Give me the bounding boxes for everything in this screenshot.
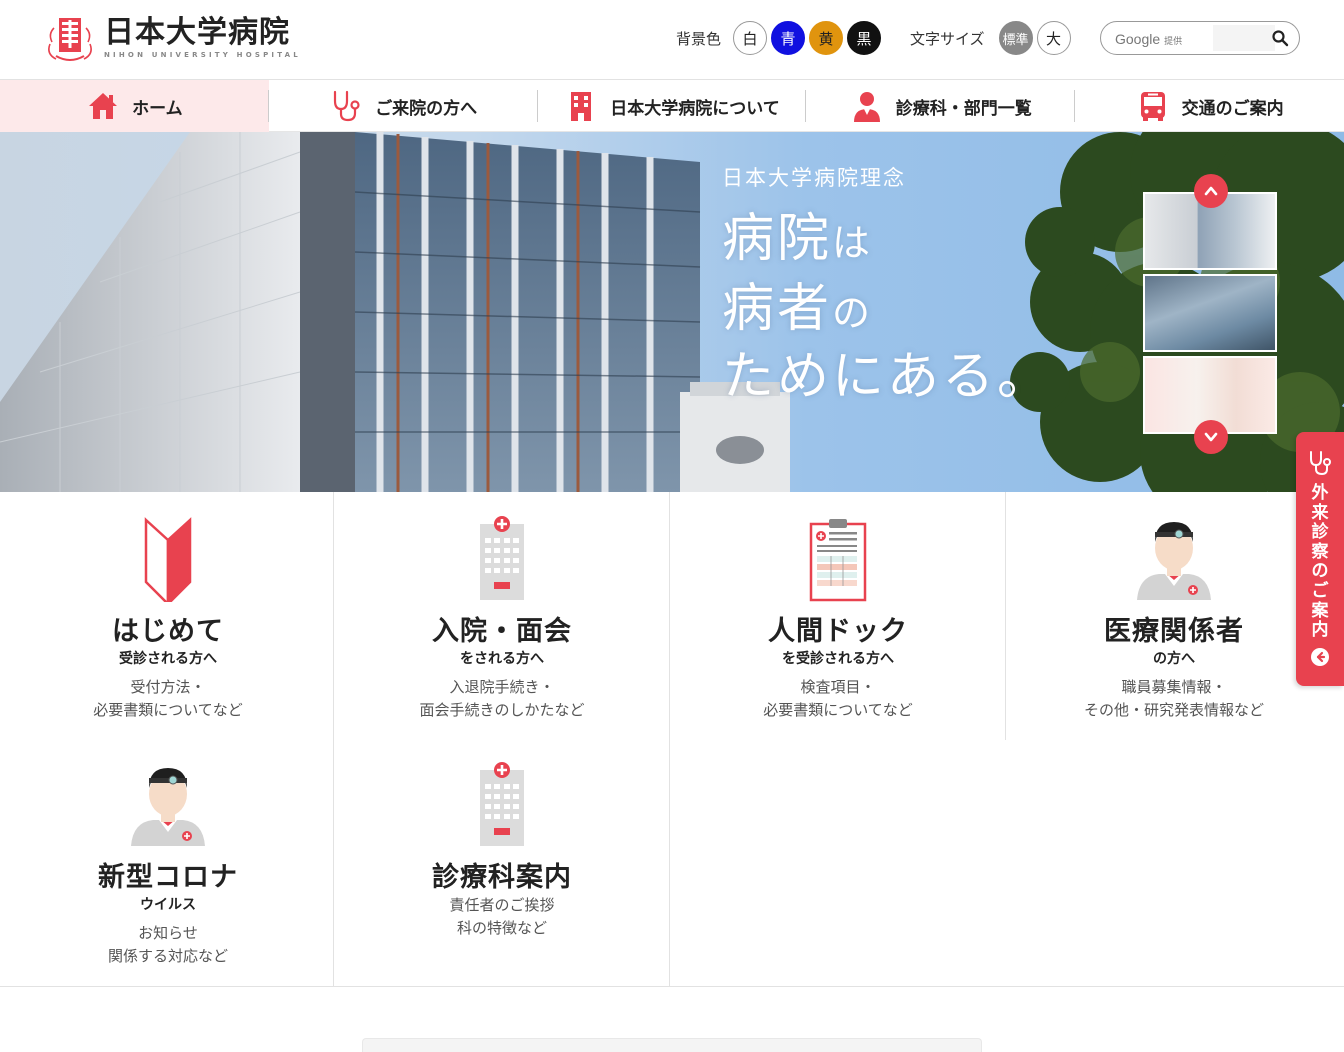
card-title: 人間ドック xyxy=(768,616,908,647)
stethoscope-icon xyxy=(334,90,360,122)
card-desc-line: 責任者のご挨拶 xyxy=(449,896,555,914)
nav-item-visitors[interactable]: ご来院の方へ xyxy=(269,80,538,132)
outpatient-guide-tab[interactable]: 外来診察のご案内 xyxy=(1296,432,1344,686)
nav-label: ホーム xyxy=(132,98,183,119)
slider-thumbnails xyxy=(1143,192,1279,438)
card-desc-line: 検査項目・ xyxy=(800,678,876,696)
home-icon xyxy=(89,93,118,119)
hero-line-2-big: 病者 xyxy=(722,279,833,339)
nav-item-access[interactable]: 交通のご案内 xyxy=(1075,80,1344,132)
content-panel-edge xyxy=(362,1038,982,1052)
card-first-visit[interactable]: はじめて 受診される方へ 受付方法・必要書類についてなど xyxy=(0,492,336,738)
hero-line-1-small: は xyxy=(832,221,874,265)
hospital-building-icon xyxy=(480,516,524,600)
font-standard-button[interactable]: 標準 xyxy=(998,21,1033,55)
slider-up-button[interactable] xyxy=(1194,174,1228,208)
card-description: 責任者のご挨拶 科の特徴など xyxy=(334,894,670,940)
font-large-button[interactable]: 大 xyxy=(1036,21,1071,55)
card-covid-19[interactable]: 新型コロナ ウイルス お知らせ関係する対応など xyxy=(0,738,336,984)
arrow-left-circle-icon xyxy=(1311,648,1329,666)
card-subtitle: を受診される方へ xyxy=(782,651,894,667)
card-desc-line: 職員募集情報・ xyxy=(1121,678,1227,696)
hero-slider: 日本大学病院理念 病院は 病者の ためにある。 xyxy=(0,132,1344,492)
hero-line-2: 病者の xyxy=(722,266,873,341)
card-medical-professionals[interactable]: 医療関係者 の方へ 職員募集情報・その他・研究発表情報など xyxy=(1006,492,1342,738)
nav-label: ご来院の方へ xyxy=(375,98,478,119)
hero-line-3-text: ためにある。 xyxy=(722,347,1053,407)
nav-label: 診療科・部門一覧 xyxy=(895,98,1032,119)
site-search: Google 提供 xyxy=(1100,21,1300,55)
logo-name-en: NIHON UNIVERSITY HOSPITAL xyxy=(104,51,301,59)
card-description: 検査項目・必要書類についてなど xyxy=(670,676,1006,722)
nav-item-departments[interactable]: 診療科・部門一覧 xyxy=(806,80,1076,132)
card-desc-line: その他・研究発表情報など xyxy=(1083,701,1264,719)
chevron-up-icon xyxy=(1204,186,1218,196)
card-description: 受付方法・必要書類についてなど xyxy=(0,676,336,722)
slide-thumbnail-surgery[interactable] xyxy=(1143,274,1277,352)
nav-label: 交通のご案内 xyxy=(1181,98,1284,119)
background-color-switcher: 背景色 白 青 黄 黒 xyxy=(676,21,885,55)
card-desc-line: お知らせ xyxy=(138,924,198,942)
logo-name-jp: 日本大学病院 xyxy=(104,15,290,50)
card-admission[interactable]: 入院・面会 をされる方へ 入退院手続き・面会手続きのしかたなど xyxy=(334,492,670,738)
card-subtitle: の方へ xyxy=(1153,651,1195,667)
bg-color-label: 背景色 xyxy=(676,29,722,48)
search-shade xyxy=(1213,25,1275,51)
bg-white-button[interactable]: 白 xyxy=(733,21,768,55)
bus-icon xyxy=(1140,92,1165,121)
card-desc-line: 面会手続きのしかたなど xyxy=(419,701,585,719)
doctor-icon xyxy=(853,92,880,122)
card-desc-line: 関係する対応など xyxy=(107,947,228,965)
card-description: お知らせ関係する対応など xyxy=(0,922,336,968)
hospital-emblem-icon xyxy=(48,18,92,61)
hero-line-3: ためにある。 xyxy=(722,334,1052,409)
hero-line-2-small: の xyxy=(832,291,874,335)
nav-item-about[interactable]: 日本大学病院について xyxy=(538,80,807,132)
card-desc-line: 入退院手続き・ xyxy=(449,678,555,696)
card-desc-line: 必要書類についてなど xyxy=(93,701,243,719)
clipboard-icon xyxy=(809,519,867,602)
bg-black-button[interactable]: 黒 xyxy=(847,21,882,55)
card-title: 医療関係者 xyxy=(1104,616,1244,647)
hospital-building-icon xyxy=(480,762,524,846)
card-health-checkup[interactable]: 人間ドック を受診される方へ 検査項目・必要書類についてなど xyxy=(670,492,1006,738)
building-icon xyxy=(571,92,592,121)
stethoscope-icon xyxy=(1310,451,1331,476)
card-description: 職員募集情報・その他・研究発表情報など xyxy=(1006,676,1342,722)
font-size-label: 文字サイズ xyxy=(910,29,985,48)
site-logo[interactable]: 日本大学病院 NIHON UNIVERSITY HOSPITAL xyxy=(44,14,301,62)
card-subtitle: をされる方へ xyxy=(460,651,544,667)
beginner-mark-icon xyxy=(144,517,192,602)
hero-subtitle: 日本大学病院理念 xyxy=(722,166,906,190)
medical-staff-icon xyxy=(131,768,205,846)
font-size-switcher: 文字サイズ 標準 大 xyxy=(910,21,1075,55)
card-subtitle: ウイルス xyxy=(140,897,196,913)
card-title: 新型コロナ xyxy=(98,862,238,893)
nav-label: 日本大学病院について xyxy=(610,98,780,119)
bg-blue-button[interactable]: 青 xyxy=(771,21,806,55)
card-desc-line: 科の特徴など xyxy=(456,919,547,937)
site-header: 日本大学病院 NIHON UNIVERSITY HOSPITAL 背景色 白 青… xyxy=(0,0,1344,80)
medical-staff-icon xyxy=(1137,522,1211,600)
chevron-down-icon xyxy=(1204,432,1218,442)
grid-divider xyxy=(0,986,1344,987)
card-desc-line: 受付方法・ xyxy=(130,678,206,696)
card-title: 診療科案内 xyxy=(432,862,572,893)
card-desc-line: 必要書類についてなど xyxy=(763,701,913,719)
card-title: 入院・面会 xyxy=(432,616,572,647)
nav-item-home[interactable]: ホーム xyxy=(0,80,269,132)
hero-line-1: 病院は xyxy=(722,196,873,271)
card-description: 入退院手続き・面会手続きのしかたなど xyxy=(334,676,670,722)
card-title: はじめて xyxy=(112,616,224,647)
outpatient-guide-label: 外来診察のご案内 xyxy=(1311,483,1329,641)
card-subtitle: 受診される方へ xyxy=(119,651,217,667)
card-department-guide[interactable]: 診療科案内 責任者のご挨拶 科の特徴など xyxy=(334,738,670,984)
global-nav: ホーム ご来院の方へ 日本大学病院について 診療科・部門一覧 交通のご案内 xyxy=(0,80,1344,132)
slider-down-button[interactable] xyxy=(1194,420,1228,454)
hero-line-1-big: 病院 xyxy=(722,209,833,269)
search-icon[interactable] xyxy=(1271,29,1289,47)
bg-yellow-button[interactable]: 黄 xyxy=(809,21,844,55)
